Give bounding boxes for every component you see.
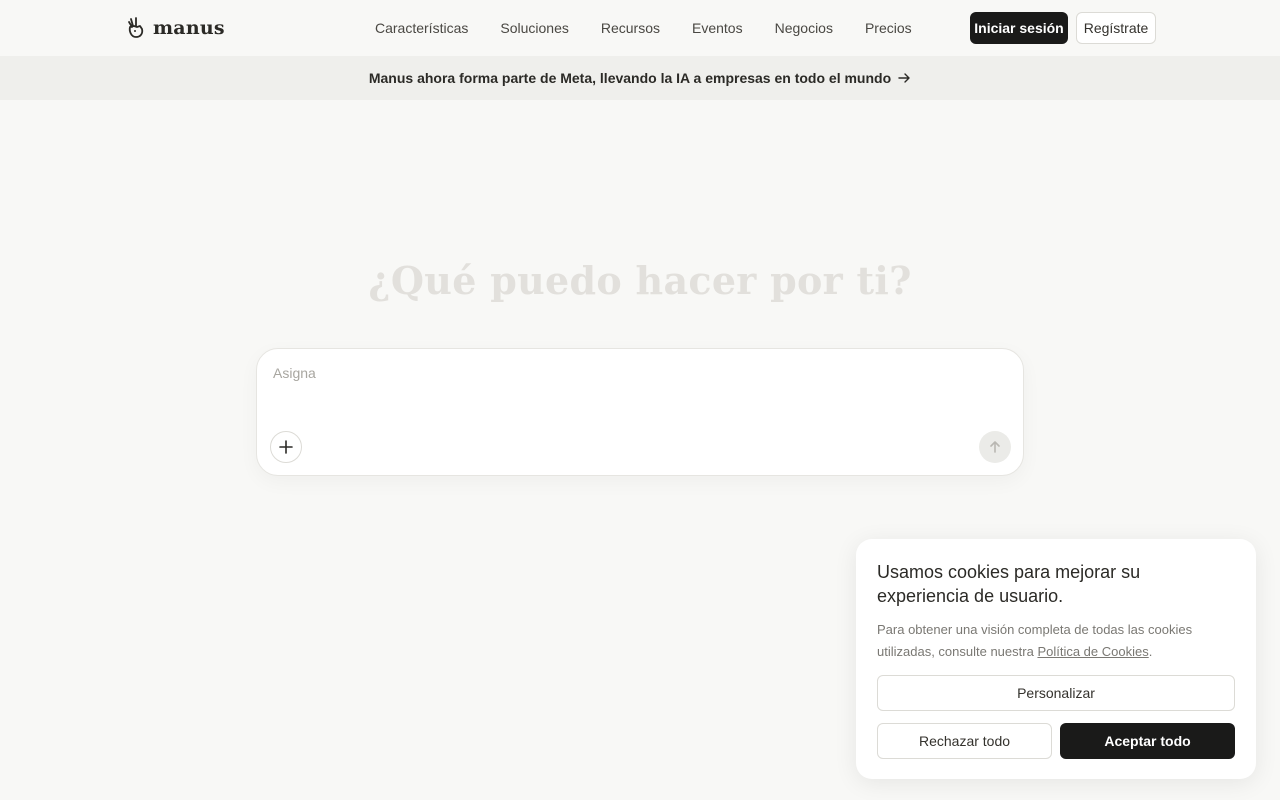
main-nav: Características Soluciones Recursos Even… bbox=[375, 0, 912, 56]
cookie-description: Para obtener una visión completa de toda… bbox=[877, 619, 1237, 663]
brand-name: manus bbox=[153, 17, 225, 39]
accept-all-button[interactable]: Aceptar todo bbox=[1060, 723, 1235, 759]
task-input[interactable] bbox=[273, 365, 973, 425]
add-attachment-button[interactable] bbox=[270, 431, 302, 463]
nav-item-recursos[interactable]: Recursos bbox=[601, 20, 660, 36]
arrow-up-icon bbox=[990, 441, 1000, 453]
hero-title: ¿Qué puedo hacer por ti? bbox=[368, 258, 912, 303]
nav-item-precios[interactable]: Precios bbox=[865, 20, 912, 36]
plus-icon bbox=[279, 440, 293, 454]
banner-text: Manus ahora forma parte de Meta, llevand… bbox=[368, 70, 892, 86]
cookie-description-end: . bbox=[1148, 644, 1153, 659]
site-header: manus Características Soluciones Recurso… bbox=[0, 0, 1280, 56]
cookie-policy-link[interactable]: Política de Cookies bbox=[1037, 644, 1148, 659]
nav-item-caracteristicas[interactable]: Características bbox=[375, 20, 468, 36]
arrow-right-icon bbox=[898, 73, 910, 83]
login-button[interactable]: Iniciar sesión bbox=[970, 12, 1068, 44]
register-button[interactable]: Regístrate bbox=[1076, 12, 1156, 44]
hand-peace-icon bbox=[128, 17, 144, 38]
announcement-banner[interactable]: Manus ahora forma parte de Meta, llevand… bbox=[0, 56, 1280, 100]
task-composer bbox=[256, 348, 1024, 476]
send-button[interactable] bbox=[979, 431, 1011, 463]
customize-cookies-button[interactable]: Personalizar bbox=[877, 675, 1235, 711]
cookie-title: Usamos cookies para mejorar su experienc… bbox=[877, 562, 1141, 606]
cookie-consent-dialog: Usamos cookies para mejorar su experienc… bbox=[856, 539, 1256, 779]
nav-item-negocios[interactable]: Negocios bbox=[775, 20, 833, 36]
reject-all-button[interactable]: Rechazar todo bbox=[877, 723, 1052, 759]
nav-item-soluciones[interactable]: Soluciones bbox=[500, 20, 569, 36]
nav-item-eventos[interactable]: Eventos bbox=[692, 20, 743, 36]
brand-logo[interactable]: manus bbox=[125, 14, 225, 42]
